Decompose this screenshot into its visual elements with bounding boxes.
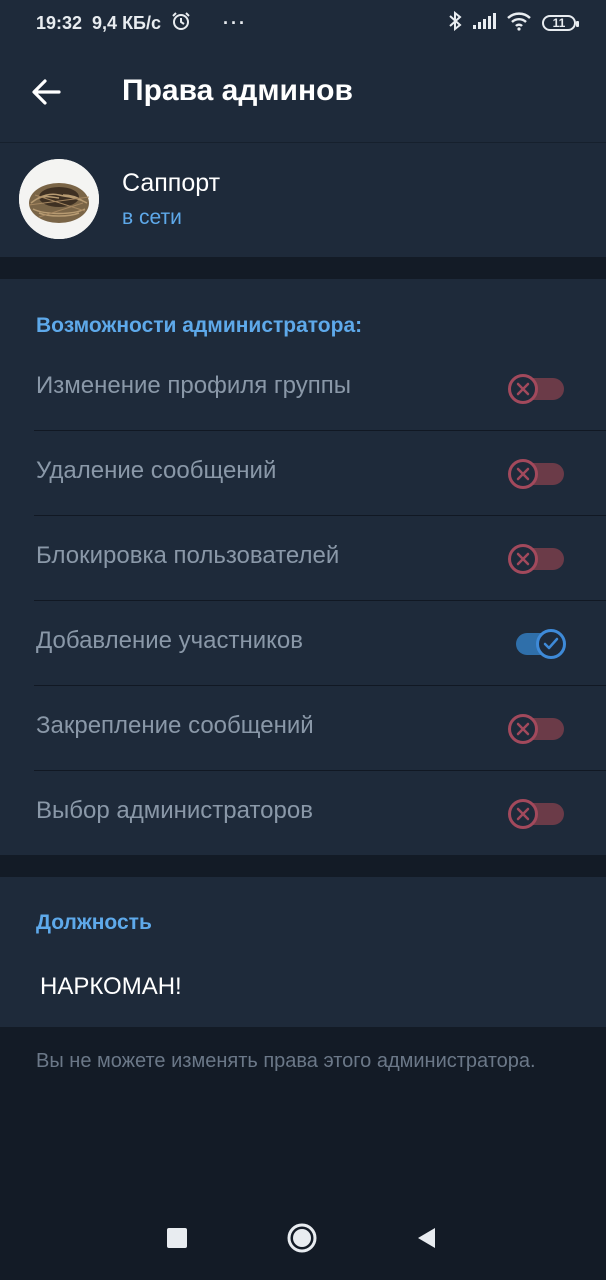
close-icon <box>508 374 538 404</box>
profile-status: в сети <box>122 206 182 229</box>
permission-label: Закрепление сообщений <box>36 712 314 739</box>
permission-toggle[interactable] <box>508 797 566 831</box>
admin-profile[interactable]: Саппорт в сети <box>0 143 606 257</box>
permissions-notice: Вы не можете изменять права этого админи… <box>36 1050 536 1072</box>
circle-icon <box>286 1222 318 1259</box>
permission-row-ban-users[interactable]: Блокировка пользователей <box>0 516 606 601</box>
permission-label: Блокировка пользователей <box>36 542 340 569</box>
arrow-left-icon <box>31 78 61 110</box>
rank-header: Должность <box>36 911 152 934</box>
permission-label: Добавление участников <box>36 627 304 654</box>
permission-row-change-profile[interactable]: Изменение профиля группы <box>0 346 606 431</box>
bluetooth-icon <box>448 10 462 36</box>
permission-row-add-members[interactable]: Добавление участников <box>0 601 606 686</box>
permission-label: Изменение профиля группы <box>36 372 351 399</box>
profile-name: Саппорт <box>122 169 221 197</box>
permission-toggle[interactable] <box>508 372 566 406</box>
status-more-dots: ··· <box>223 12 247 33</box>
permission-row-pin-messages[interactable]: Закрепление сообщений <box>0 686 606 771</box>
signal-icon <box>472 12 496 35</box>
back-nav-button[interactable] <box>410 1224 442 1256</box>
status-bar-right: 11 <box>448 0 579 46</box>
rank-field[interactable]: НАРКОМАН! <box>40 973 182 1001</box>
permission-row-delete-messages[interactable]: Удаление сообщений <box>0 431 606 516</box>
permission-toggle[interactable] <box>508 712 566 746</box>
close-icon <box>508 799 538 829</box>
rank-section: Должность НАРКОМАН! <box>0 877 606 1027</box>
permission-label: Удаление сообщений <box>36 457 277 484</box>
permission-row-add-admins[interactable]: Выбор администраторов <box>0 771 606 856</box>
permissions-header: Возможности администратора: <box>36 314 363 337</box>
close-icon <box>508 714 538 744</box>
app-bar: Права админов <box>0 46 606 143</box>
status-time: 19:32 <box>36 12 83 33</box>
network-speed: 9,4 КБ/с <box>92 12 162 33</box>
avatar <box>19 159 99 239</box>
alarm-clock-icon <box>171 11 191 36</box>
system-nav-bar <box>0 1200 606 1280</box>
battery-indicator: 11 <box>542 15 579 31</box>
home-button[interactable] <box>286 1222 318 1259</box>
status-bar: 19:32 9,4 КБ/с ··· 11 <box>0 0 606 46</box>
triangle-icon <box>415 1226 437 1255</box>
page-title: Права админов <box>122 74 353 107</box>
close-icon <box>508 544 538 574</box>
recent-apps-button[interactable] <box>161 1224 193 1256</box>
back-button[interactable] <box>26 74 66 114</box>
permission-toggle[interactable] <box>508 457 566 491</box>
square-icon <box>166 1227 188 1254</box>
close-icon <box>508 459 538 489</box>
permission-label: Выбор администраторов <box>36 797 313 824</box>
status-bar-left: 19:32 9,4 КБ/с ··· <box>36 0 247 46</box>
wifi-icon <box>506 11 532 36</box>
admin-permissions-section: Возможности администратора: Изменение пр… <box>0 279 606 855</box>
permission-toggle[interactable] <box>508 542 566 576</box>
check-icon <box>536 629 566 659</box>
permission-toggle[interactable] <box>508 627 566 661</box>
